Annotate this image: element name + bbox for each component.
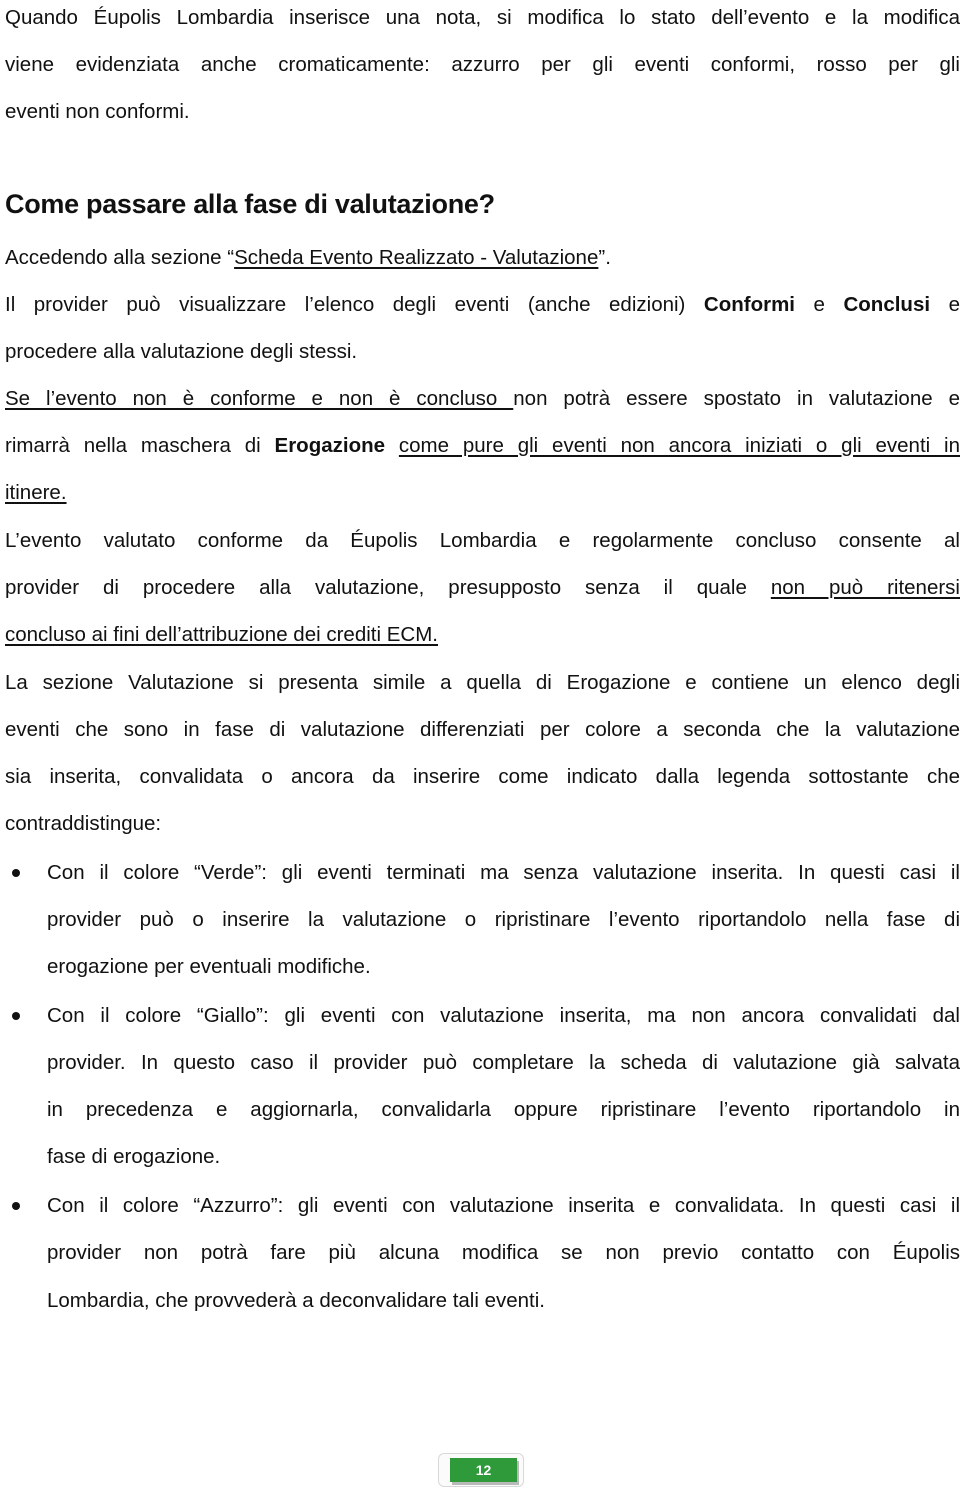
legend-azzurro-line-2: provider non potrà fare più alcuna modif…	[47, 1241, 960, 1264]
sezione-line-4: contraddistingue:	[5, 812, 162, 835]
intro-line-1: Quando Éupolis Lombardia inserisce una n…	[5, 6, 960, 29]
sezione-line-3: sia inserita, convalidata o ancora da in…	[5, 765, 960, 788]
access-suffix: ”.	[598, 246, 611, 269]
nonconforme-underlined: Se l’evento non è conforme e non è concl…	[5, 387, 514, 410]
nonconforme-rest: non potrà essere spostato in valutazione…	[513, 387, 960, 410]
provider-text: Il provider può visualizzare l’elenco de…	[5, 293, 704, 316]
legend-giallo-line-1: Con il colore “Giallo”: gli eventi con v…	[47, 1004, 960, 1027]
legend-verde-line-2: provider può o inserire la valutazione o…	[47, 908, 960, 931]
nonconforme-underlined-3: itinere.	[5, 481, 67, 504]
provider-line-2: procedere alla valutazione degli stessi.	[5, 340, 358, 363]
conforme-underlined: non può ritenersi	[770, 576, 960, 599]
legend-giallo-line-3: in precedenza e aggiornarla, convalidarl…	[47, 1098, 960, 1121]
conforme-line-1: L’evento valutato conforme da Éupolis Lo…	[5, 529, 960, 552]
bullet-icon	[12, 1012, 20, 1020]
legend-azzurro-line-3: Lombardia, che provvederà a deconvalidar…	[47, 1289, 545, 1312]
nonconforme-text: rimarrà nella maschera di	[5, 434, 275, 457]
conforme-line-2: provider di procedere alla valutazione, …	[5, 576, 960, 600]
legend-verde-line-1: Con il colore “Verde”: gli eventi termin…	[47, 861, 960, 884]
access-prefix: Accedendo alla sezione “	[5, 246, 235, 269]
nonconforme-line-3: itinere.	[5, 481, 67, 505]
intro-line-3: eventi non conformi.	[5, 100, 190, 123]
sezione-line-2: eventi che sono in fase di valutazione d…	[5, 718, 960, 741]
page-number: 12	[450, 1458, 517, 1482]
conj-text-end: e	[930, 293, 960, 316]
conforme-underlined-2: concluso ai fini dell’attribuzione dei c…	[5, 623, 438, 646]
provider-line-1: Il provider può visualizzare l’elenco de…	[5, 293, 960, 317]
conforme-text: provider di procedere alla valutazione, …	[5, 576, 771, 599]
sezione-line-1: La sezione Valutazione si presenta simil…	[5, 671, 960, 694]
erogazione-term: Erogazione	[274, 434, 386, 457]
bullet-icon	[12, 1202, 20, 1210]
legend-giallo-line-4: fase di erogazione.	[47, 1145, 221, 1168]
bullet-icon	[12, 869, 20, 877]
conclusi-term: Conclusi	[843, 293, 931, 316]
section-link-scheda-evento[interactable]: Scheda Evento Realizzato - Valutazione	[234, 246, 598, 269]
nonconforme-line-2: rimarrà nella maschera di Erogazione com…	[5, 434, 960, 458]
conformi-term: Conformi	[703, 293, 796, 316]
intro-line-2: viene evidenziata anche cromaticamente: …	[5, 53, 960, 76]
legend-azzurro-line-1: Con il colore “Azzurro”: gli eventi con …	[47, 1194, 960, 1217]
access-line: Accedendo alla sezione “Scheda Evento Re…	[5, 246, 611, 270]
conforme-line-3: concluso ai fini dell’attribuzione dei c…	[5, 623, 438, 647]
legend-verde-line-3: erogazione per eventuali modifiche.	[47, 955, 371, 978]
legend-giallo-line-2: provider. In questo caso il provider può…	[47, 1051, 960, 1074]
section-heading: Come passare alla fase di valutazione?	[5, 189, 495, 219]
nonconforme-underlined-2: come pure gli eventi non ancora iniziati…	[398, 434, 960, 457]
conj-text: e	[795, 293, 844, 316]
nonconforme-line-1: Se l’evento non è conforme e non è concl…	[5, 387, 960, 411]
page-number-badge: 12	[438, 1453, 524, 1487]
